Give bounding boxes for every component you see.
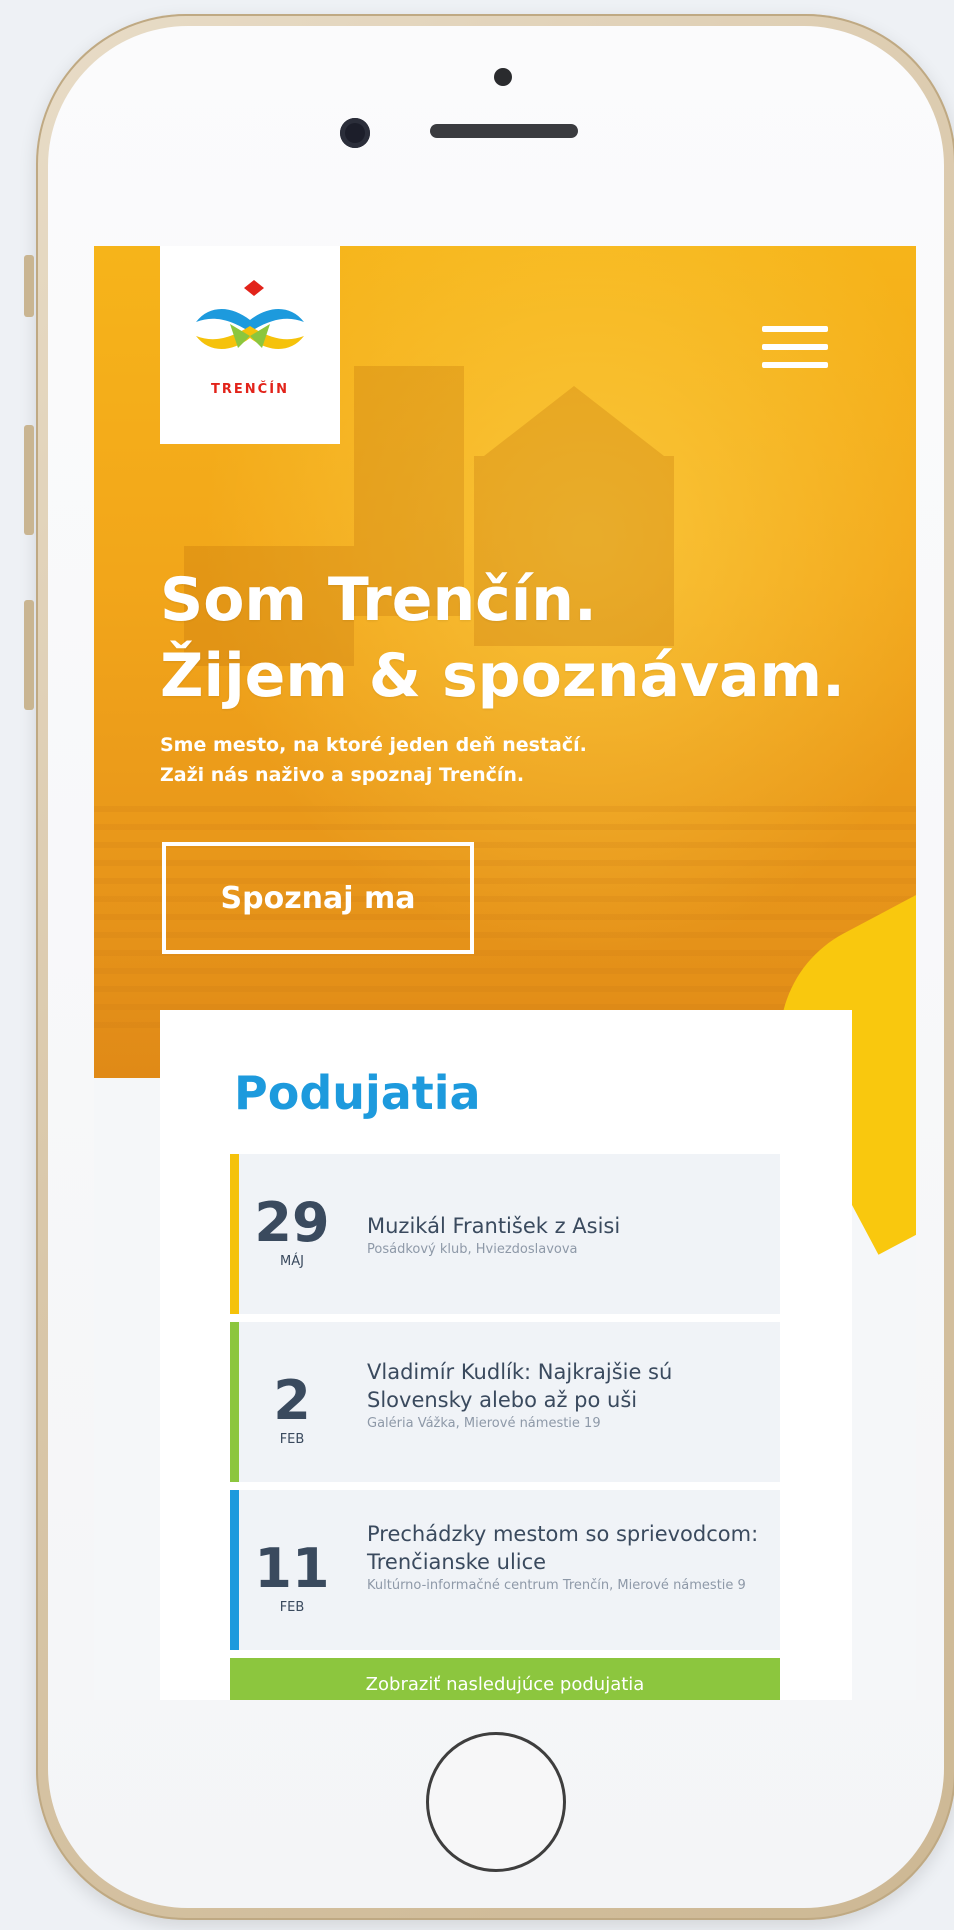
event-info: Prechádzky mestom so sprievodcom: Trenči… bbox=[367, 1520, 775, 1595]
event-day: 2 bbox=[273, 1369, 311, 1432]
volume-down-button bbox=[24, 600, 34, 710]
event-item[interactable]: 2 FEB Vladimír Kudlík: Najkrajšie sú Slo… bbox=[230, 1322, 780, 1482]
volume-up-button bbox=[24, 425, 34, 535]
event-name: Prechádzky mestom so sprievodcom: Trenči… bbox=[367, 1522, 759, 1574]
event-date: 11 FEB bbox=[239, 1540, 345, 1616]
event-name: Muzikál František z Asisi bbox=[367, 1214, 621, 1238]
hero-title-line-2: Žijem & spoznávam. bbox=[160, 641, 845, 711]
front-camera bbox=[340, 118, 370, 148]
event-month: FEB bbox=[279, 1432, 305, 1447]
event-day: 11 bbox=[254, 1537, 330, 1600]
event-place: Kultúrno-informačné centrum Trenčín, Mie… bbox=[367, 1578, 746, 1593]
event-date: 29 MÁJ bbox=[239, 1194, 345, 1270]
event-month: FEB bbox=[279, 1600, 305, 1615]
site-logo[interactable]: TRENČÍN bbox=[160, 246, 340, 444]
earpiece-speaker bbox=[430, 124, 578, 138]
spoznaj-ma-button[interactable]: Spoznaj ma bbox=[162, 842, 474, 954]
event-month: MÁJ bbox=[280, 1254, 304, 1269]
hero-title: Som Trenčín. Žijem & spoznávam. bbox=[160, 562, 916, 714]
event-place: Galéria Vážka, Mierové námestie 19 bbox=[367, 1416, 601, 1431]
mute-switch bbox=[24, 255, 34, 317]
trencin-logo-icon bbox=[196, 280, 304, 349]
event-item[interactable]: 11 FEB Prechádzky mestom so sprievodcom:… bbox=[230, 1490, 780, 1650]
phone-screen: TRENČÍN Som Trenčín. Žijem & spoznávam. … bbox=[94, 246, 916, 1700]
hero-title-line-1: Som Trenčín. bbox=[160, 565, 597, 635]
home-button[interactable] bbox=[426, 1732, 566, 1872]
hero-subtitle-line-1: Sme mesto, na ktoré jeden deň nestačí. bbox=[160, 734, 587, 756]
event-date: 2 FEB bbox=[239, 1372, 345, 1448]
event-day: 29 bbox=[254, 1191, 330, 1254]
event-name: Vladimír Kudlík: Najkrajšie sú Slovensky… bbox=[367, 1360, 673, 1412]
logo-wordmark: TRENČÍN bbox=[211, 382, 289, 397]
hero-subtitle-line-2: Zaži nás naživo a spoznaj Trenčín. bbox=[160, 764, 525, 786]
event-info: Muzikál František z Asisi Posádkový klub… bbox=[367, 1212, 775, 1259]
events-title: Podujatia bbox=[234, 1066, 481, 1120]
event-place: Posádkový klub, Hviezdoslavova bbox=[367, 1242, 578, 1257]
hamburger-menu-icon[interactable] bbox=[762, 326, 828, 368]
hero-subtitle: Sme mesto, na ktoré jeden deň nestačí. Z… bbox=[160, 730, 720, 790]
event-item[interactable]: 29 MÁJ Muzikál František z Asisi Posádko… bbox=[230, 1154, 780, 1314]
proximity-sensor bbox=[494, 68, 512, 86]
events-card: Podujatia 29 MÁJ Muzikál František z Asi… bbox=[160, 1010, 852, 1700]
show-more-events-button[interactable]: Zobraziť nasledujúce podujatia bbox=[230, 1658, 780, 1700]
event-info: Vladimír Kudlík: Najkrajšie sú Slovensky… bbox=[367, 1358, 775, 1433]
